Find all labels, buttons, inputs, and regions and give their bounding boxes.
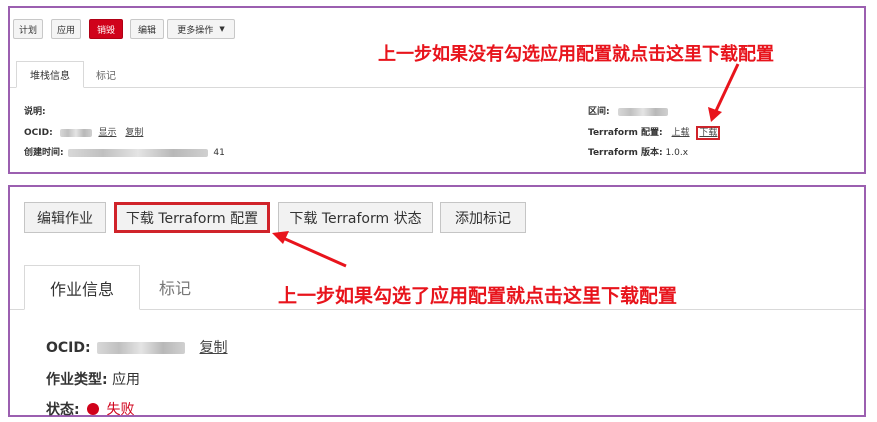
annotation-top: 上一步如果没有勾选应用配置就点击这里下载配置	[378, 44, 774, 65]
ocid-label: OCID:	[46, 340, 91, 356]
tab-tags[interactable]: 标记	[86, 61, 126, 87]
config-download-link[interactable]: 下载	[696, 126, 721, 140]
ocid-copy-link[interactable]: 复制	[200, 340, 228, 356]
tab-tags[interactable]: 标记	[142, 265, 208, 309]
tab-stack-info[interactable]: 堆栈信息	[16, 61, 84, 88]
download-terraform-state-button[interactable]: 下载 Terraform 状态	[278, 202, 433, 233]
status-failed-icon	[87, 403, 100, 415]
job-type-row: 作业类型: 应用	[46, 369, 140, 389]
download-terraform-config-button[interactable]: 下载 Terraform 配置	[114, 202, 270, 233]
region-label: 区间:	[588, 107, 610, 117]
ocid-copy-link[interactable]: 复制	[125, 128, 143, 138]
tab-divider	[10, 87, 864, 88]
chevron-down-icon: ▼	[219, 25, 225, 33]
ocid-row: OCID: 复制	[46, 337, 228, 357]
edit-button[interactable]: 编辑	[130, 19, 164, 39]
ocid-redacted	[59, 128, 92, 137]
annotation-bottom: 上一步如果勾选了应用配置就点击这里下载配置	[278, 285, 678, 307]
apply-button[interactable]: 应用	[51, 19, 81, 39]
created-redacted	[68, 148, 209, 157]
terraform-version-value: 1.0.x	[665, 148, 689, 158]
ocid-label: OCID:	[24, 128, 53, 138]
job-details-panel: 编辑作业 下载 Terraform 配置 下载 Terraform 状态 添加标…	[8, 185, 866, 419]
created-label: 创建时间:	[24, 148, 64, 158]
ocid-row: OCID: 显示 复制	[24, 125, 143, 138]
more-actions-dropdown[interactable]: 更多操作 ▼	[167, 19, 235, 39]
tab-job-info[interactable]: 作业信息	[24, 265, 140, 310]
ocid-redacted	[97, 342, 186, 354]
add-tags-button[interactable]: 添加标记	[440, 202, 526, 233]
terraform-version-label: Terraform 版本:	[588, 148, 663, 158]
status-label: 状态:	[46, 402, 80, 418]
config-upload-link[interactable]: 上载	[672, 128, 690, 138]
region-redacted	[618, 107, 669, 116]
more-actions-label: 更多操作	[177, 25, 214, 36]
job-type-value: 应用	[112, 372, 141, 388]
status-value: 失败	[106, 402, 135, 418]
stack-details-panel: 计划 应用 销毁 编辑 更多操作 ▼ 堆栈信息 标记 说明: OCID: 显示 …	[8, 6, 866, 174]
terraform-config-row: Terraform 配置: 上载 下载	[588, 125, 721, 140]
ocid-show-link[interactable]: 显示	[98, 128, 116, 138]
description-label: 说明:	[24, 107, 46, 117]
created-value-tail: 41	[213, 148, 225, 158]
edit-job-button[interactable]: 编辑作业	[24, 202, 106, 233]
plan-button[interactable]: 计划	[13, 19, 43, 39]
region-row: 区间:	[588, 104, 669, 117]
terraform-config-label: Terraform 配置:	[588, 128, 663, 138]
terraform-version-row: Terraform 版本: 1.0.x	[588, 145, 688, 158]
created-row: 创建时间: 41	[24, 145, 225, 158]
status-row: 状态: 失败	[46, 399, 135, 419]
job-type-label: 作业类型:	[46, 372, 108, 388]
destroy-button[interactable]: 销毁	[89, 19, 123, 39]
